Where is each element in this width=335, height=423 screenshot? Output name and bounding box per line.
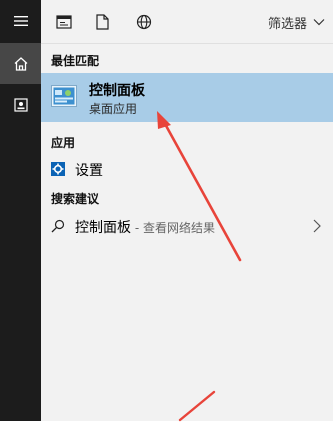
suggestion-text: 控制面板 - 查看网络结果 <box>75 217 215 237</box>
documents-filter-button[interactable] <box>91 11 113 33</box>
search-suggestion-item[interactable]: 控制面板 - 查看网络结果 <box>41 212 333 240</box>
apps-heading: 应用 <box>51 136 76 150</box>
filter-dropdown[interactable]: 筛选器 <box>268 12 325 32</box>
documents-button[interactable] <box>0 84 41 125</box>
window-app-icon <box>56 15 72 29</box>
suggestion-term: 控制面板 <box>75 220 131 236</box>
hamburger-menu-icon <box>13 15 28 26</box>
web-filter-button[interactable] <box>133 11 155 33</box>
menu-button[interactable] <box>0 0 41 41</box>
chevron-right-icon[interactable] <box>313 219 321 233</box>
filter-toolbar: 筛选器 <box>41 0 333 44</box>
filter-label: 筛选器 <box>267 16 307 32</box>
left-rail <box>0 0 41 421</box>
document-icon <box>95 14 109 30</box>
best-match-heading: 最佳匹配 <box>51 54 100 68</box>
control-panel-icon <box>51 85 77 107</box>
chevron-down-icon <box>313 19 325 26</box>
start-search-window: 筛选器 最佳匹配 控制面板 桌面应用 应用 设置 搜索建议 控制面板 - 查看网… <box>0 0 333 421</box>
suggestion-suffix: - 查看网络结果 <box>131 221 215 235</box>
apps-filter-button[interactable] <box>53 11 75 33</box>
search-results-panel: 筛选器 最佳匹配 控制面板 桌面应用 应用 设置 搜索建议 控制面板 - 查看网… <box>41 0 333 421</box>
gear-icon <box>51 162 65 176</box>
home-button[interactable] <box>0 43 41 84</box>
suggestions-heading: 搜索建议 <box>51 192 100 206</box>
settings-label: 设置 <box>75 163 103 179</box>
best-match-result[interactable]: 控制面板 桌面应用 <box>41 73 333 122</box>
search-icon <box>51 219 65 233</box>
best-match-title: 控制面板 <box>89 83 145 99</box>
home-icon <box>14 56 27 71</box>
id-badge-icon <box>13 97 28 112</box>
app-result-settings[interactable]: 设置 <box>41 155 333 183</box>
best-match-subtitle: 桌面应用 <box>89 102 138 116</box>
globe-icon <box>136 14 152 30</box>
